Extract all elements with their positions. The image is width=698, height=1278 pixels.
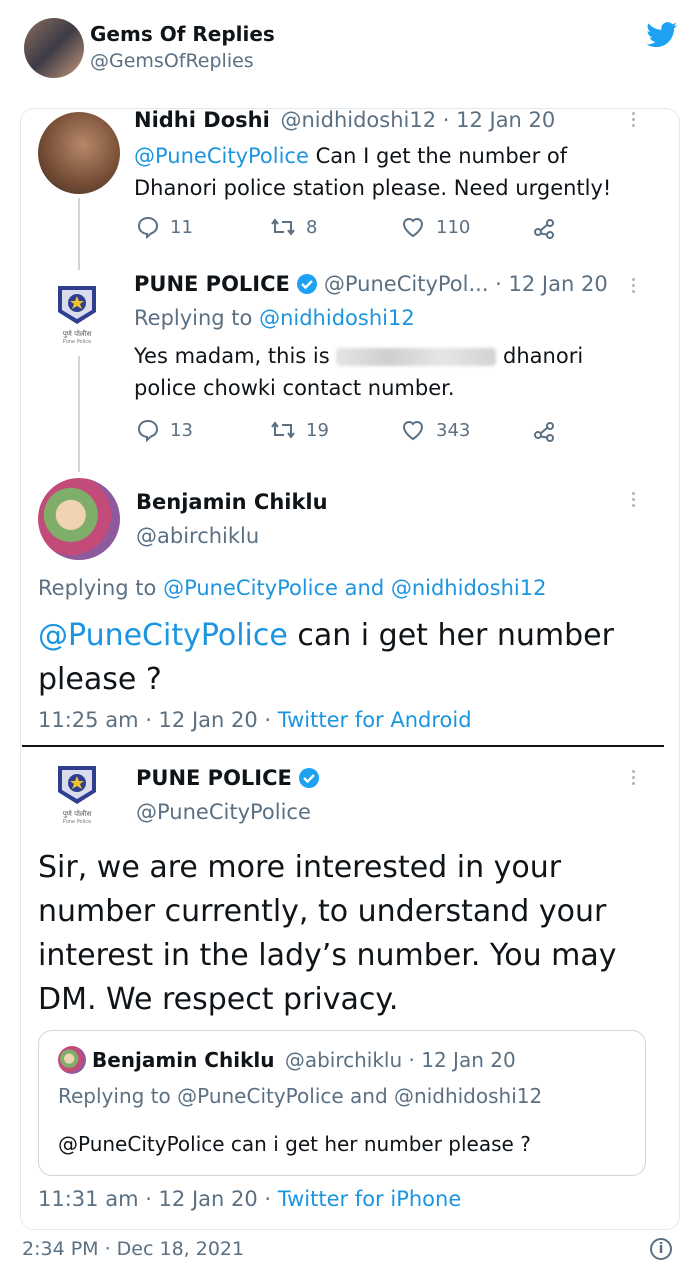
info-icon[interactable]: i (650, 1238, 672, 1260)
tweet4-author[interactable]: PUNE POLICE (136, 766, 320, 790)
tweet4-more-icon[interactable] (632, 770, 636, 788)
tweet2-text: Yes madam, this is dhanori police chowki… (134, 340, 583, 404)
tweet1-like-button[interactable]: 110 (400, 215, 470, 239)
tweet4-time-date: 11:31 am · 12 Jan 20 · (38, 1187, 278, 1211)
tweet3-text: @PuneCityPolice can i get her number ple… (38, 614, 614, 702)
tweet2-retweet-button[interactable]: 19 (270, 418, 329, 442)
tweet2-replying-prefix: Replying to (134, 306, 260, 330)
seal-subtext: Pune Police (62, 339, 92, 345)
benjamin-avatar[interactable] (38, 478, 120, 560)
tweet1-text-line1: Can I get the number of (308, 144, 568, 168)
seal-subtext: Pune Police (62, 819, 92, 825)
tweet3-name[interactable]: Benjamin Chiklu (136, 490, 328, 514)
seal-text: पुणे पोलीस (62, 330, 92, 338)
tweet1-reply-count: 11 (170, 216, 193, 238)
verified-badge-icon (298, 768, 319, 788)
quote-meta: @abirchiklu · 12 Jan 20 (284, 1048, 516, 1072)
tweet1-name[interactable]: Nidhi Doshi (134, 108, 270, 132)
tweet1-more-icon[interactable] (632, 112, 636, 130)
tweet1-mention[interactable]: @PuneCityPolice (134, 144, 309, 168)
tweet3-text-line1: can i get her number (287, 618, 614, 653)
twitter-bird-icon (646, 22, 678, 48)
tweet4-source-link[interactable]: Twitter for iPhone (278, 1187, 462, 1211)
tweet2-text-b: dhanori (496, 344, 584, 368)
tweet1-retweet-button[interactable]: 8 (270, 215, 317, 239)
thread-line (78, 356, 80, 472)
thread-line (78, 198, 80, 270)
footer-timestamp[interactable]: 2:34 PM · Dec 18, 2021 (22, 1238, 244, 1260)
tweet4-text-line2: number currently, to understand your (38, 894, 607, 929)
tweet2-like-button[interactable]: 343 (400, 418, 470, 442)
tweet3-text-line2: please ? (38, 662, 162, 697)
tweet2-text-a: Yes madam, this is (134, 344, 337, 368)
tweet3-source-link[interactable]: Twitter for Android (278, 708, 472, 732)
tweet1-text-line2: Dhanori police station please. Need urge… (134, 176, 612, 200)
quote-author: Benjamin Chiklu @abirchiklu · 12 Jan 20 (92, 1048, 516, 1072)
reply-icon (137, 216, 159, 239)
tweet2-text-line2: police chowki contact number. (134, 376, 455, 400)
tweet1-text: @PuneCityPolice Can I get the number of … (134, 140, 611, 204)
tweet2-reply-button[interactable]: 13 (136, 418, 193, 442)
tweet2-retweet-count: 19 (306, 419, 329, 441)
tweet2-more-icon[interactable] (632, 278, 636, 296)
tweet1-retweet-count: 8 (306, 216, 318, 238)
tweet3-time-date: 11:25 am · 12 Jan 20 · (38, 708, 278, 732)
tweet2-share-icon[interactable] (532, 419, 556, 447)
seal-text: पुणे पोलीस (62, 810, 92, 818)
retweet-icon (271, 218, 295, 236)
divider (22, 745, 664, 747)
header-name[interactable]: Gems Of Replies (90, 22, 275, 46)
tweet1-meta: @nidhidoshi12 · 12 Jan 20 (280, 108, 556, 132)
quote-avatar (58, 1046, 86, 1074)
tweet3-mention[interactable]: @PuneCityPolice (38, 618, 288, 653)
tweet4-text: Sir, we are more interested in your numb… (38, 846, 617, 1022)
tweet4-text-line4: DM. We respect privacy. (38, 982, 399, 1017)
tweet2-author[interactable]: PUNE POLICE @PuneCityPol... · 12 Jan 20 (134, 272, 608, 296)
tweet1-reply-button[interactable]: 11 (136, 215, 193, 239)
pune-police-seal-icon[interactable]: पुणे पोलीस Pune Police (52, 762, 102, 826)
tweet3-timestamp: 11:25 am · 12 Jan 20 · Twitter for Andro… (38, 708, 472, 732)
tweet4-timestamp: 11:31 am · 12 Jan 20 · Twitter for iPhon… (38, 1187, 461, 1211)
tweet3-more-icon[interactable] (632, 492, 636, 510)
tweet3-replying-prefix: Replying to (38, 576, 164, 600)
tweet4-text-line1: Sir, we are more interested in your (38, 850, 562, 885)
reply-icon (137, 419, 159, 442)
tweet2-name[interactable]: PUNE POLICE (134, 272, 290, 296)
tweet3-handle[interactable]: @abirchiklu (136, 524, 259, 548)
tweet2-reply-count: 13 (170, 419, 193, 441)
quote-replying: Replying to @PuneCityPolice and @nidhido… (58, 1084, 543, 1108)
tweet3-replying-link[interactable]: @PuneCityPolice and @nidhidoshi12 (163, 576, 546, 600)
nidhi-avatar[interactable] (38, 112, 120, 194)
heart-icon (402, 421, 424, 441)
tweet3-replying: Replying to @PuneCityPolice and @nidhido… (38, 576, 546, 600)
pune-police-seal-icon[interactable]: पुणे पोलीस Pune Police (52, 282, 102, 346)
header-avatar[interactable] (24, 18, 84, 78)
tweet4-text-line3: interest in the lady’s number. You may (38, 938, 617, 973)
tweet2-handle-date: @PuneCityPol... · 12 Jan 20 (323, 272, 608, 296)
tweet1-author[interactable]: Nidhi Doshi @nidhidoshi12 · 12 Jan 20 (134, 108, 555, 132)
tweet2-like-count: 343 (436, 419, 471, 441)
tweet1-share-icon[interactable] (532, 216, 556, 244)
tweet2-replying: Replying to @nidhidoshi12 (134, 306, 415, 330)
tweet2-replying-link[interactable]: @nidhidoshi12 (259, 306, 415, 330)
tweet1-like-count: 110 (436, 216, 471, 238)
verified-badge-icon (296, 274, 317, 294)
header-handle[interactable]: @GemsOfReplies (90, 50, 254, 72)
quote-text: @PuneCityPolice can i get her number ple… (58, 1132, 531, 1156)
retweet-icon (271, 421, 295, 439)
quote-name: Benjamin Chiklu (92, 1048, 275, 1072)
tweet4-handle[interactable]: @PuneCityPolice (136, 800, 311, 824)
heart-icon (402, 218, 424, 238)
tweet4-name[interactable]: PUNE POLICE (136, 766, 292, 790)
redacted-number (336, 348, 497, 366)
